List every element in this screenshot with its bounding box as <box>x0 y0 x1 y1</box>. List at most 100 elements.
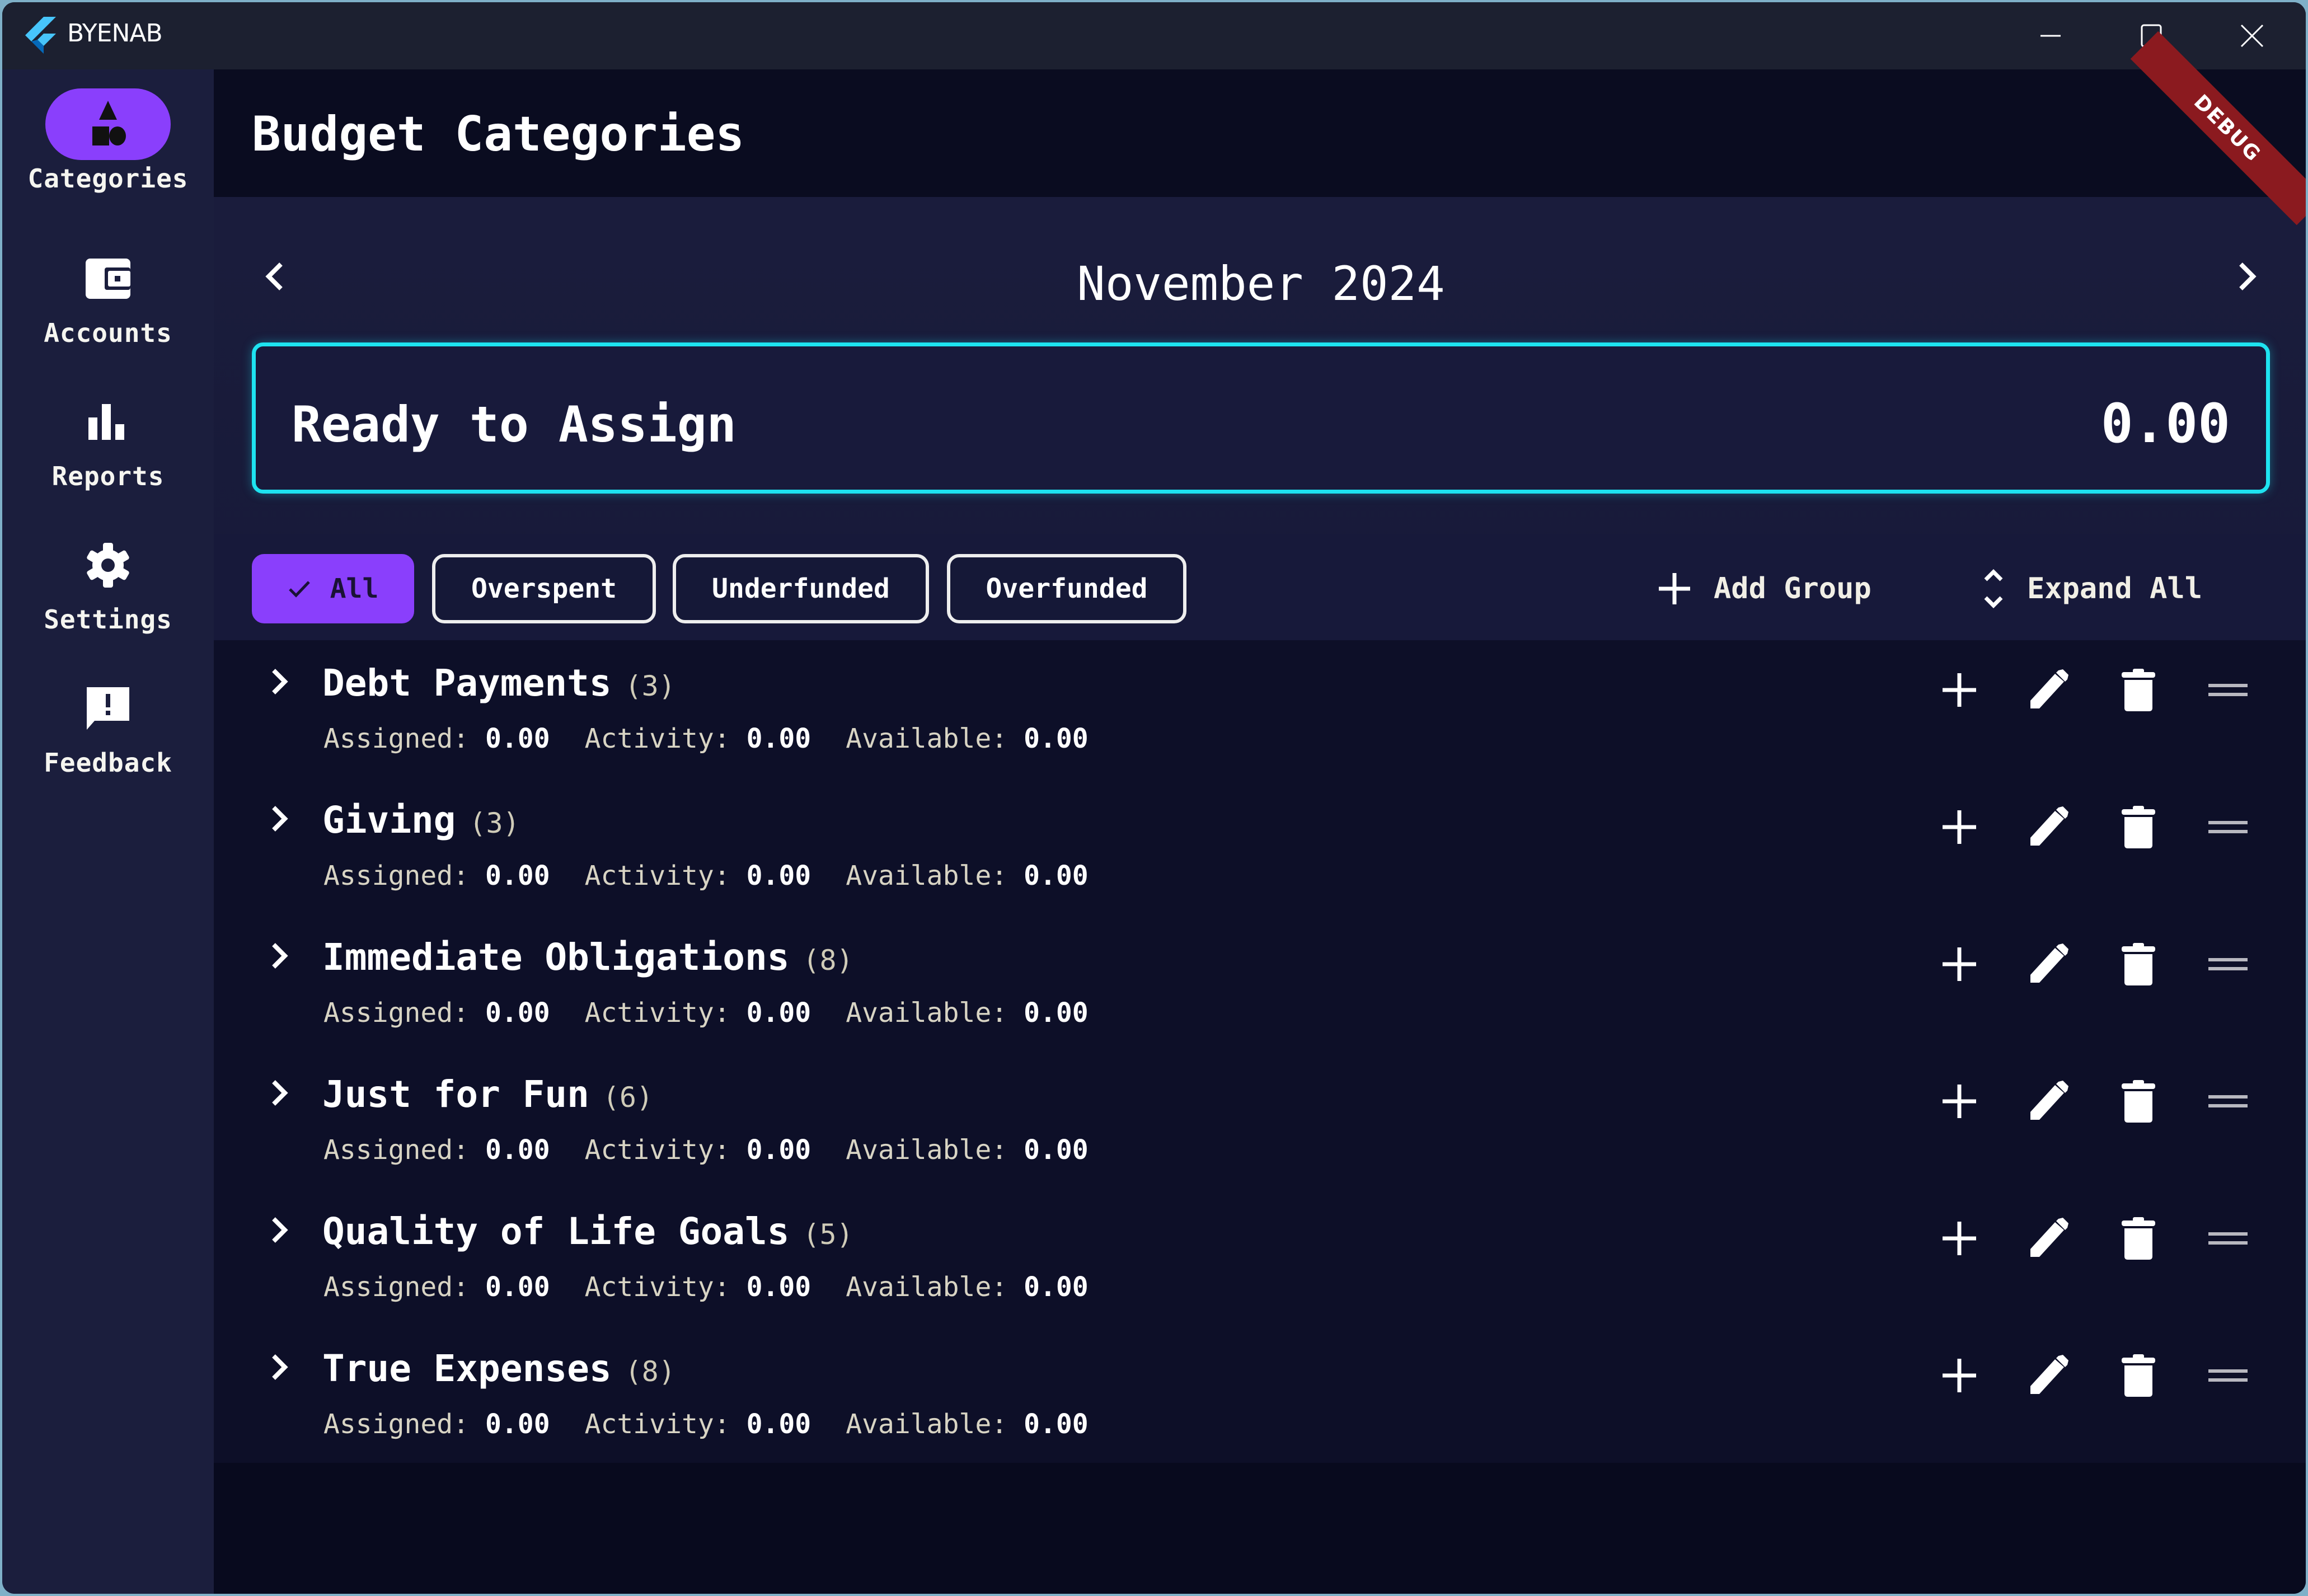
delete-group-button[interactable] <box>2113 1350 2164 1401</box>
filter-chip-underfunded[interactable]: Underfunded <box>673 554 929 623</box>
add-category-button[interactable] <box>1934 1213 1985 1264</box>
plus-icon <box>1943 947 1976 981</box>
add-category-button[interactable] <box>1934 939 1985 989</box>
group-stats: Assigned: 0.00 Activity: 0.00 Available: 0… <box>323 1271 1123 1303</box>
group-count: (3) <box>625 670 675 702</box>
add-category-button[interactable] <box>1934 1076 1985 1126</box>
filter-chip-overspent[interactable]: Overspent <box>432 554 656 623</box>
add-category-button[interactable] <box>1934 665 1985 715</box>
expand-group-button[interactable] <box>263 1350 297 1384</box>
plus-icon <box>1659 573 1690 604</box>
next-month-button[interactable] <box>2225 254 2270 299</box>
drag-handle[interactable] <box>2203 1213 2253 1264</box>
delete-group-button[interactable] <box>2113 802 2164 852</box>
sidebar-item-categories[interactable]: Categories <box>2 88 214 194</box>
current-month: November 2024 <box>1077 256 1445 311</box>
filter-chip-overfunded[interactable]: Overfunded <box>947 554 1186 623</box>
unfold-more-icon <box>1984 569 2003 608</box>
expand-all-button[interactable]: Expand All <box>1982 554 2202 623</box>
delete-group-button[interactable] <box>2113 1076 2164 1126</box>
category-group-list: Debt Payments (3) Assigned: 0.00 Activity:… <box>214 640 2306 1463</box>
edit-group-button[interactable] <box>2024 665 2074 715</box>
assigned-label: Assigned: <box>323 1134 470 1166</box>
group-name: Debt Payments <box>322 661 612 705</box>
nav-pill <box>45 243 171 314</box>
bar-chart-icon <box>88 404 124 440</box>
expand-group-button[interactable] <box>263 1076 297 1110</box>
drag-handle[interactable] <box>2203 1350 2253 1401</box>
page-header: Budget Categories DEBUG <box>214 31 2306 226</box>
chevron-right-icon <box>272 1217 288 1243</box>
sidebar-item-feedback[interactable]: Feedback <box>2 673 214 778</box>
activity-value: 0.00 <box>746 1271 811 1303</box>
group-name: Just for Fun <box>322 1073 589 1116</box>
add-category-button[interactable] <box>1934 1350 1985 1401</box>
nav-pill-active <box>45 88 171 160</box>
assigned-label: Assigned: <box>323 997 470 1029</box>
available-label: Available: <box>846 860 1008 891</box>
chip-label: All <box>330 573 379 604</box>
activity-label: Activity: <box>584 1271 730 1303</box>
chevron-right-icon <box>272 1354 288 1380</box>
drag-handle[interactable] <box>2203 665 2253 715</box>
chevron-right-icon <box>272 669 288 694</box>
group-name: Immediate Obligations <box>322 936 790 979</box>
category-group-row[interactable]: Immediate Obligations (8) Assigned: 0.00 A… <box>214 914 2306 1052</box>
category-group-row[interactable]: Just for Fun (6) Assigned: 0.00 Activity: … <box>214 1052 2306 1189</box>
drag-handle[interactable] <box>2203 802 2253 852</box>
close-icon <box>2240 24 2264 48</box>
add-category-button[interactable] <box>1934 802 1985 852</box>
expand-group-button[interactable] <box>263 665 297 698</box>
edit-group-button[interactable] <box>2024 1213 2074 1264</box>
assigned-label: Assigned: <box>323 1271 470 1303</box>
chevron-right-icon <box>272 1080 288 1106</box>
delete-group-button[interactable] <box>2113 665 2164 715</box>
drag-handle[interactable] <box>2203 939 2253 989</box>
group-name: True Expenses <box>322 1347 612 1390</box>
pencil-icon <box>2030 1355 2068 1394</box>
trash-icon <box>2122 943 2155 985</box>
drag-handle[interactable] <box>2203 1076 2253 1126</box>
expand-group-button[interactable] <box>263 802 297 835</box>
group-count: (6) <box>602 1081 654 1114</box>
plus-icon <box>1943 810 1976 844</box>
page-title: Budget Categories <box>252 106 745 162</box>
chevron-right-icon <box>272 943 288 969</box>
category-group-row[interactable]: Giving (3) Assigned: 0.00 Activity: 0.00 Av… <box>214 777 2306 914</box>
shapes-icon <box>92 101 126 145</box>
assigned-value: 0.00 <box>485 723 550 754</box>
delete-group-button[interactable] <box>2113 1213 2164 1264</box>
gear-icon <box>87 543 129 588</box>
category-group-row[interactable]: True Expenses (8) Assigned: 0.00 Activity:… <box>214 1326 2306 1463</box>
drag-handle-icon <box>2208 958 2248 970</box>
edit-group-button[interactable] <box>2024 939 2074 989</box>
filter-chip-all[interactable]: All <box>252 554 414 623</box>
group-name: Giving <box>322 799 456 842</box>
delete-group-button[interactable] <box>2113 939 2164 989</box>
category-group-row[interactable]: Quality of Life Goals (5) Assigned: 0.00 A… <box>214 1189 2306 1326</box>
expand-group-button[interactable] <box>263 1213 297 1247</box>
edit-group-button[interactable] <box>2024 802 2074 852</box>
month-selector: November 2024 <box>252 237 2270 316</box>
minimize-button[interactable] <box>2000 2 2101 69</box>
plus-icon <box>1943 1085 1976 1118</box>
chip-label: Overspent <box>471 573 617 604</box>
assigned-value: 0.00 <box>485 1409 550 1440</box>
available-value: 0.00 <box>1024 997 1089 1029</box>
sidebar-item-accounts[interactable]: Accounts <box>2 243 214 348</box>
close-button[interactable] <box>2202 2 2302 69</box>
sidebar-item-reports[interactable]: Reports <box>2 386 214 491</box>
pencil-icon <box>2030 943 2068 983</box>
available-label: Available: <box>846 1271 1008 1303</box>
category-group-row[interactable]: Debt Payments (3) Assigned: 0.00 Activity:… <box>214 640 2306 777</box>
feedback-icon <box>87 687 129 730</box>
activity-label: Activity: <box>584 860 730 891</box>
nav-label: Settings <box>44 604 172 635</box>
expand-group-button[interactable] <box>263 939 297 973</box>
sidebar: Categories Accounts Reports Settings Fee… <box>2 69 214 1594</box>
available-label: Available: <box>846 997 1008 1029</box>
edit-group-button[interactable] <box>2024 1350 2074 1401</box>
edit-group-button[interactable] <box>2024 1076 2074 1126</box>
add-group-button[interactable]: Add Group <box>1658 554 1871 623</box>
sidebar-item-settings[interactable]: Settings <box>2 529 214 635</box>
